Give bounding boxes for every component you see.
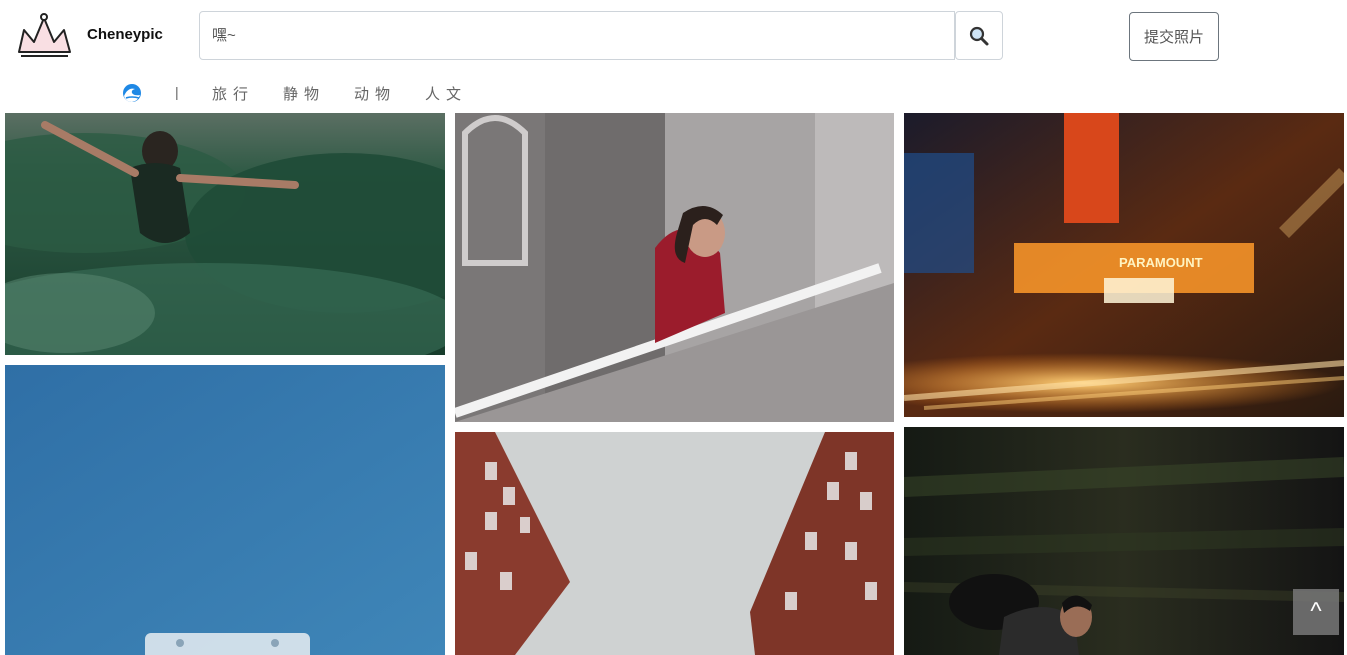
header: Cheneypic 提交照片 [0,0,1347,72]
back-to-top-label: ^ [1310,598,1322,625]
photo-woman-balcony[interactable] [455,113,894,422]
photo-cyclist-night[interactable] [904,427,1344,655]
wave-icon[interactable] [122,83,142,103]
submit-photo-button[interactable]: 提交照片 [1129,12,1219,61]
neon-sign-text: PARAMOUNT [1119,255,1203,270]
nav-item-still-life[interactable]: 静物 [283,83,325,104]
search-button[interactable] [955,11,1003,60]
photo-neon-theater[interactable]: PARAMOUNT [904,113,1344,417]
nav-item-animals[interactable]: 动物 [354,83,396,104]
search-input[interactable] [199,11,955,60]
photo-cassette-sky[interactable] [5,365,445,655]
photo-brick-buildings[interactable] [455,432,894,655]
brand-name[interactable]: Cheneypic [87,26,163,43]
nav-item-travel[interactable]: 旅行 [212,83,254,104]
search-icon [969,26,989,45]
nav-separator: | [175,84,179,100]
nav-item-humanities[interactable]: 人文 [425,83,467,104]
crown-logo-icon[interactable] [16,12,74,58]
photo-woman-forest[interactable] [5,113,445,355]
back-to-top-button[interactable]: ^ [1293,589,1339,635]
category-nav: | 旅行 静物 动物 人文 [0,78,700,108]
